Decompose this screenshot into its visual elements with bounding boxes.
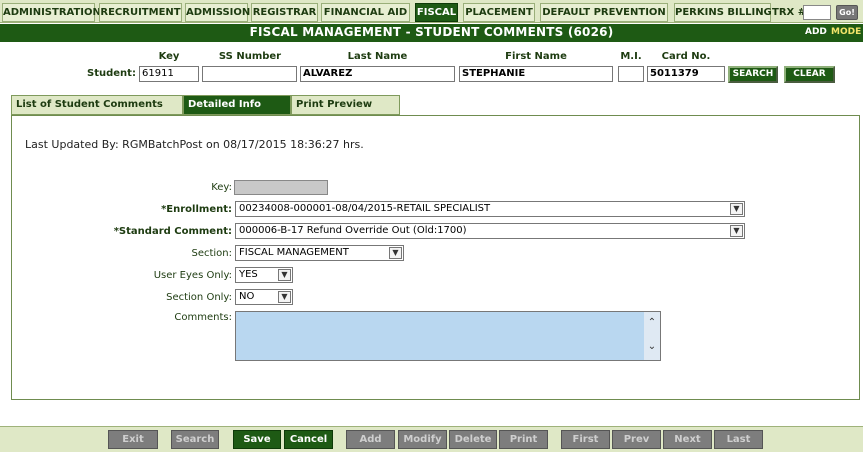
- user-eyes-only-select[interactable]: YES ▼: [235, 267, 293, 283]
- search-button[interactable]: SEARCH: [728, 66, 778, 83]
- chevron-down-icon[interactable]: ▼: [730, 225, 743, 237]
- mode-indicator: MODE: [831, 27, 862, 37]
- top-navigation: ADMINISTRATION RECRUITMENT ADMISSION REG…: [0, 0, 863, 23]
- go-button[interactable]: Go!: [836, 5, 858, 20]
- last-name-input[interactable]: ALVAREZ: [300, 66, 455, 82]
- comments-textarea[interactable]: ⌃ ⌄: [235, 311, 661, 361]
- nav-tab-perkins-billing[interactable]: PERKINS BILLING: [674, 3, 772, 22]
- bottom-toolbar: Exit Search Save Cancel Add Modify Delet…: [0, 426, 863, 452]
- user-eyes-only-value: YES: [239, 269, 258, 280]
- key-column-label: Key: [158, 51, 180, 62]
- section-only-value: NO: [239, 291, 255, 302]
- print-button[interactable]: Print: [499, 430, 548, 449]
- next-button[interactable]: Next: [663, 430, 712, 449]
- card-no-column-label: Card No.: [661, 51, 711, 62]
- nav-tab-registrar[interactable]: REGISTRAR: [251, 3, 318, 22]
- chevron-up-icon[interactable]: ⌃: [646, 318, 658, 328]
- enrollment-value: 00234008-000001-08/04/2015-RETAIL SPECIA…: [239, 203, 491, 214]
- chevron-down-icon[interactable]: ▼: [389, 247, 402, 259]
- user-eyes-only-label: User Eyes Only:: [153, 270, 232, 281]
- nav-tab-admission[interactable]: ADMISSION: [185, 3, 250, 22]
- chevron-down-icon[interactable]: ⌄: [646, 342, 658, 352]
- student-label: Student:: [87, 68, 136, 79]
- nav-tab-placement[interactable]: PLACEMENT: [463, 3, 535, 22]
- page-header: FISCAL MANAGEMENT - STUDENT COMMENTS (60…: [0, 24, 863, 42]
- standard-comment-value: 000006-B-17 Refund Override Out (Old:170…: [239, 225, 467, 236]
- exit-button[interactable]: Exit: [108, 430, 158, 449]
- standard-comment-select[interactable]: 000006-B-17 Refund Override Out (Old:170…: [235, 223, 745, 239]
- nav-tab-administration[interactable]: ADMINISTRATION: [2, 3, 101, 22]
- chevron-down-icon[interactable]: ▼: [278, 269, 291, 281]
- trx-input[interactable]: [803, 5, 831, 20]
- tab-print-preview[interactable]: Print Preview: [291, 95, 400, 115]
- first-button[interactable]: First: [561, 430, 610, 449]
- last-button[interactable]: Last: [714, 430, 763, 449]
- nav-tab-fiscal[interactable]: FISCAL: [415, 3, 458, 22]
- key-label: Key:: [211, 182, 232, 193]
- ssn-input[interactable]: [202, 66, 297, 82]
- section-select[interactable]: FISCAL MANAGEMENT ▼: [235, 245, 404, 261]
- save-button[interactable]: Save: [233, 430, 281, 449]
- student-key-input[interactable]: 61911: [139, 66, 199, 82]
- first-name-input[interactable]: STEPHANIE: [459, 66, 613, 82]
- enrollment-label: *Enrollment:: [161, 204, 232, 215]
- mi-column-label: M.I.: [620, 51, 642, 62]
- section-label: Section:: [191, 248, 232, 259]
- tab-list-of-student-comments[interactable]: List of Student Comments: [11, 95, 183, 115]
- chevron-down-icon[interactable]: ▼: [278, 291, 291, 303]
- last-updated-text: Last Updated By: RGMBatchPost on 08/17/2…: [25, 138, 364, 151]
- key-field: [234, 180, 328, 195]
- comments-scrollbar[interactable]: ⌃ ⌄: [644, 312, 660, 360]
- section-only-select[interactable]: NO ▼: [235, 289, 293, 305]
- nav-tab-default-prevention[interactable]: DEFAULT PREVENTION: [540, 3, 668, 22]
- nav-tab-financial-aid[interactable]: FINANCIAL AID: [321, 3, 410, 22]
- enrollment-select[interactable]: 00234008-000001-08/04/2015-RETAIL SPECIA…: [235, 201, 745, 217]
- cancel-button[interactable]: Cancel: [284, 430, 333, 449]
- section-only-label: Section Only:: [166, 292, 232, 303]
- mi-input[interactable]: [618, 66, 644, 82]
- card-no-input[interactable]: 5011379: [647, 66, 725, 82]
- tab-detailed-info[interactable]: Detailed Info: [183, 95, 291, 115]
- delete-button[interactable]: Delete: [449, 430, 497, 449]
- mode-action: ADD: [805, 27, 827, 37]
- section-value: FISCAL MANAGEMENT: [239, 247, 349, 258]
- last-name-column-label: Last Name: [347, 51, 408, 62]
- clear-button[interactable]: CLEAR: [784, 66, 835, 83]
- ssn-column-label: SS Number: [218, 51, 282, 62]
- add-button[interactable]: Add: [346, 430, 395, 449]
- comments-label: Comments:: [174, 312, 232, 323]
- nav-tab-recruitment[interactable]: RECRUITMENT: [99, 3, 182, 22]
- chevron-down-icon[interactable]: ▼: [730, 203, 743, 215]
- page-title: FISCAL MANAGEMENT - STUDENT COMMENTS (60…: [249, 25, 614, 39]
- prev-button[interactable]: Prev: [612, 430, 661, 449]
- standard-comment-label: *Standard Comment:: [113, 226, 232, 237]
- modify-button[interactable]: Modify: [398, 430, 447, 449]
- first-name-column-label: First Name: [505, 51, 567, 62]
- search-toolbar-button[interactable]: Search: [171, 430, 219, 449]
